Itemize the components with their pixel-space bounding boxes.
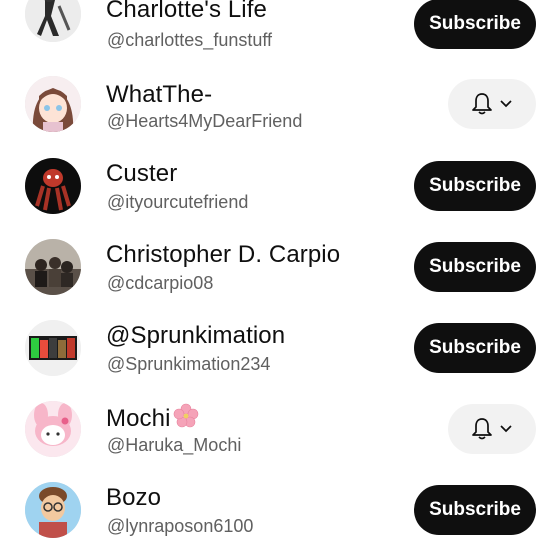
- channel-name[interactable]: Charlotte's Life: [106, 0, 267, 24]
- chevron-down-icon: [499, 99, 513, 109]
- channel-row[interactable]: @Sprunkimation @Sprunkimation234 Subscri…: [0, 319, 560, 400]
- cherry-blossom-icon: [173, 403, 199, 436]
- subscribe-button[interactable]: Subscribe: [414, 485, 536, 535]
- bell-icon: [471, 92, 493, 116]
- channel-name[interactable]: Bozo: [106, 484, 161, 512]
- channel-name[interactable]: @Sprunkimation: [106, 322, 285, 350]
- channel-name[interactable]: Mochi: [106, 403, 199, 436]
- channel-handle: @lynraposon6100: [107, 516, 254, 536]
- anime-girl-avatar-icon[interactable]: [25, 76, 81, 132]
- channel-name[interactable]: Custer: [106, 160, 177, 188]
- bell-icon: [471, 417, 493, 441]
- channel-name-text: Mochi: [106, 405, 171, 432]
- channel-row[interactable]: Mochi @Haruka_Mochi: [0, 400, 560, 481]
- my-melody-avatar-icon[interactable]: [25, 401, 81, 457]
- red-creature-avatar-icon[interactable]: [25, 158, 81, 214]
- channel-handle: @cdcarpio08: [107, 273, 214, 293]
- channel-row[interactable]: Custer @ityourcutefriend Subscribe: [0, 157, 560, 238]
- subscribe-button[interactable]: Subscribe: [414, 0, 536, 49]
- channel-handle: @ityourcutefriend: [107, 192, 249, 212]
- notification-bell-button[interactable]: [448, 404, 536, 454]
- channel-name[interactable]: Christopher D. Carpio: [106, 241, 340, 269]
- channel-row[interactable]: Charlotte's Life @charlottes_funstuff Su…: [0, 0, 560, 67]
- subscribe-button[interactable]: Subscribe: [414, 242, 536, 292]
- notification-bell-button[interactable]: [448, 79, 536, 129]
- channel-row[interactable]: WhatThe- @Hearts4MyDearFriend: [0, 76, 560, 157]
- charlotte-avatar-icon[interactable]: [25, 0, 81, 42]
- channel-handle: @Hearts4MyDearFriend: [107, 111, 303, 131]
- subscriptions-list: Charlotte's Life @charlottes_funstuff Su…: [0, 0, 560, 560]
- subscribe-button[interactable]: Subscribe: [414, 323, 536, 373]
- subscribe-button[interactable]: Subscribe: [414, 161, 536, 211]
- channel-handle: @charlottes_funstuff: [107, 30, 273, 50]
- channel-row[interactable]: Bozo @lynraposon6100 Subscribe: [0, 481, 560, 560]
- cartoon-boy-avatar-icon[interactable]: [25, 482, 81, 538]
- channel-name[interactable]: WhatThe-: [106, 81, 212, 109]
- channel-handle: @Sprunkimation234: [107, 354, 271, 374]
- channel-handle: @Haruka_Mochi: [107, 435, 242, 455]
- channel-row[interactable]: Christopher D. Carpio @cdcarpio08 Subscr…: [0, 238, 560, 319]
- sprunki-avatar-icon[interactable]: [25, 320, 81, 376]
- chevron-down-icon: [499, 424, 513, 434]
- group-photo-avatar-icon[interactable]: [25, 239, 81, 295]
